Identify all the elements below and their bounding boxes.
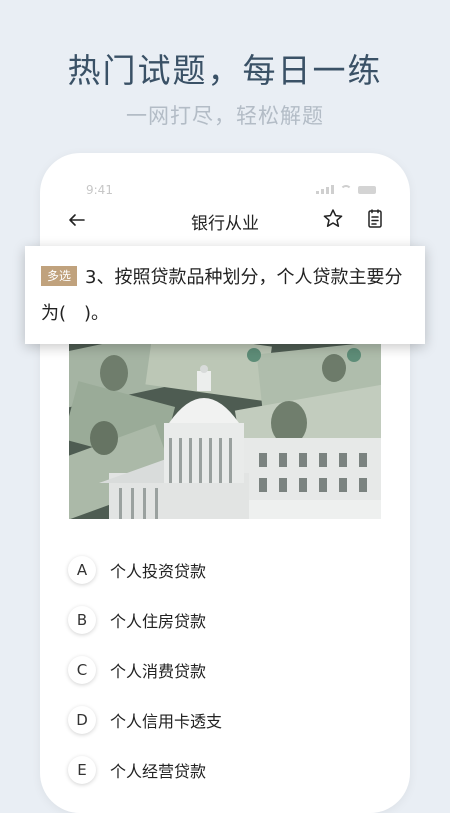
status-icons bbox=[316, 185, 376, 194]
question-image bbox=[69, 343, 381, 519]
option-letter: B bbox=[68, 606, 96, 634]
promo-headline: 热门试题，每日一练 bbox=[67, 51, 383, 90]
option-text: 个人经营贷款 bbox=[110, 762, 207, 781]
option-b[interactable]: B 个人住房贷款 bbox=[68, 595, 388, 645]
signal-icon bbox=[316, 185, 334, 194]
option-e[interactable]: E 个人经营贷款 bbox=[68, 745, 388, 795]
star-icon[interactable] bbox=[320, 206, 346, 232]
option-d[interactable]: D 个人信用卡透支 bbox=[68, 695, 388, 745]
page-title: 银行从业 bbox=[191, 214, 259, 234]
status-time: 9:41 bbox=[86, 183, 113, 197]
promo-subline: 一网打尽，轻松解题 bbox=[126, 104, 324, 128]
option-letter: D bbox=[68, 706, 96, 734]
nav-bar: 银行从业 bbox=[40, 203, 410, 239]
answer-options: A 个人投资贷款 B 个人住房贷款 C 个人消费贷款 D 个人信用卡透支 E 个… bbox=[68, 545, 388, 795]
option-text: 个人信用卡透支 bbox=[110, 712, 223, 731]
notes-icon[interactable] bbox=[362, 206, 388, 232]
battery-icon bbox=[358, 186, 376, 194]
option-text: 个人消费贷款 bbox=[110, 662, 207, 681]
option-a[interactable]: A 个人投资贷款 bbox=[68, 545, 388, 595]
question-card: 多选 3、按照贷款品种划分，个人贷款主要分为( )。 bbox=[25, 246, 425, 344]
option-letter: A bbox=[68, 556, 96, 584]
option-c[interactable]: C 个人消费贷款 bbox=[68, 645, 388, 695]
option-letter: C bbox=[68, 656, 96, 684]
wifi-icon bbox=[340, 185, 352, 194]
question-type-badge: 多选 bbox=[41, 266, 78, 286]
capitol-money-illustration bbox=[69, 343, 381, 519]
question-text: 3、按照贷款品种划分，个人贷款主要分为( )。 bbox=[41, 267, 403, 324]
option-text: 个人住房贷款 bbox=[110, 612, 207, 631]
option-letter: E bbox=[68, 756, 96, 784]
option-text: 个人投资贷款 bbox=[110, 562, 207, 581]
